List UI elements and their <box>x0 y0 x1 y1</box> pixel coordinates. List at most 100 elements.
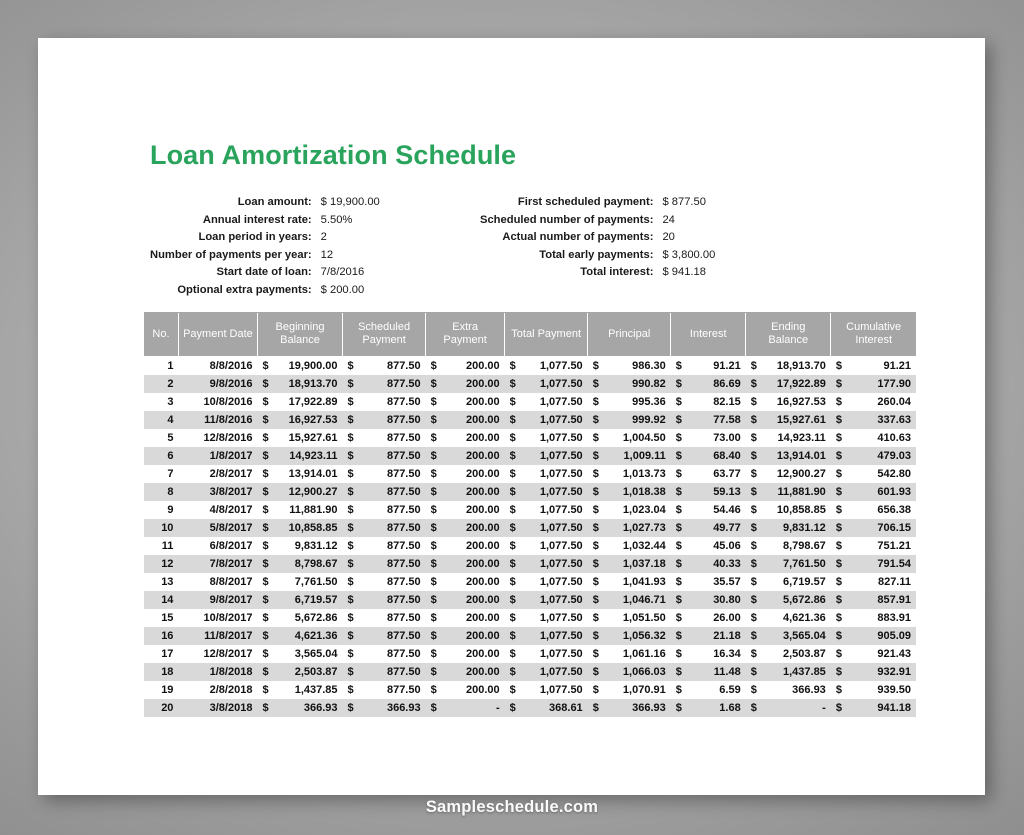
currency-symbol: $ <box>592 701 599 714</box>
currency-symbol: $ <box>675 683 682 696</box>
site-watermark: Sampleschedule.com <box>425 798 599 816</box>
cell-payment-date: 3/8/2018 <box>178 698 258 717</box>
currency-symbol: $ <box>750 467 757 480</box>
cell-amount: 200.00 <box>465 575 500 588</box>
cell-amount: 1,077.50 <box>539 521 583 534</box>
cell-principal: $1,027.73 <box>587 518 671 537</box>
cell-beginning: $8,798.67 <box>257 554 343 573</box>
cell-scheduled: $877.50 <box>342 590 426 609</box>
cell-amount: 45.06 <box>713 539 741 552</box>
cell-amount: 86.69 <box>713 377 741 390</box>
cell-principal: $986.30 <box>587 356 671 375</box>
cell-beginning: $4,621.36 <box>257 626 343 645</box>
cell-payment-number: 14 <box>144 590 179 609</box>
cell-interest: $45.06 <box>670 536 746 555</box>
cell-total: $1,077.50 <box>504 464 588 483</box>
cell-amount: 200.00 <box>465 503 500 516</box>
currency-symbol: $ <box>835 377 842 390</box>
currency-symbol: $ <box>750 611 757 624</box>
cell-amount: 1,077.50 <box>539 665 583 678</box>
cell-amount: 877.50 <box>386 449 421 462</box>
table-row: 12 7/8/2017 $8,798.67 $877.50 $200.00 $1,077.… <box>144 554 916 573</box>
summary-label: Actual number of payments: <box>502 231 654 243</box>
cell-amount: 49.77 <box>713 521 741 534</box>
cell-amount: 1,077.50 <box>539 377 583 390</box>
summary-label: Optional extra payments: <box>177 283 312 296</box>
currency-symbol: $ <box>592 611 599 624</box>
currency-symbol: $ <box>592 377 599 390</box>
currency-symbol: $ <box>750 413 757 426</box>
cell-amount: 1,077.50 <box>539 395 583 408</box>
currency-symbol: $ <box>262 413 269 426</box>
cell-principal: $1,023.04 <box>587 500 671 519</box>
cell-payment-date: 12/8/2016 <box>178 428 258 447</box>
cell-amount: 366.93 <box>792 683 826 696</box>
cell-amount: 410.63 <box>877 431 911 444</box>
currency-symbol: $ <box>430 611 437 624</box>
cell-amount: 921.43 <box>877 647 911 660</box>
cell-interest: $54.46 <box>670 500 746 519</box>
currency-symbol: $ <box>430 593 437 606</box>
currency-symbol: $ <box>347 557 354 570</box>
currency-symbol: $ <box>509 503 516 516</box>
currency-symbol: $ <box>750 395 757 408</box>
cell-principal: $1,009.11 <box>587 446 671 465</box>
table-row: 18 1/8/2018 $2,503.87 $877.50 $200.00 $1,077.… <box>144 662 916 681</box>
currency-symbol: $ <box>675 521 682 534</box>
column-header: Scheduled Payment <box>342 313 427 357</box>
cell-principal: $1,046.71 <box>587 590 671 609</box>
cell-beginning: $12,900.27 <box>257 482 343 501</box>
table-row: 16 11/8/2017 $4,621.36 $877.50 $200.00 $1,077… <box>144 626 916 645</box>
table-header: No. Payment Date Beginning Balance Schedule… <box>144 313 916 357</box>
cell-amount: 3,565.04 <box>782 629 826 642</box>
cell-amount: 11.48 <box>713 665 741 678</box>
summary-label: Total early payments: <box>539 248 654 261</box>
cell-scheduled: $877.50 <box>342 446 426 465</box>
cell-beginning: $3,565.04 <box>257 644 343 663</box>
currency-symbol: $ <box>835 431 842 444</box>
cell-total: $1,077.50 <box>504 410 588 429</box>
cell-ending: $7,761.50 <box>745 554 831 573</box>
currency-symbol: $ <box>262 521 269 534</box>
currency-symbol: $ <box>509 413 516 426</box>
cell-cumulative: $827.11 <box>830 572 916 591</box>
cell-beginning: $19,900.00 <box>257 356 343 375</box>
cell-amount: 827.11 <box>877 575 911 588</box>
cell-amount: 877.50 <box>386 413 421 426</box>
cell-principal: $999.92 <box>587 410 671 429</box>
currency-symbol: $ <box>347 647 354 660</box>
cell-amount: 10,858.85 <box>776 503 826 516</box>
cell-extra: $200.00 <box>425 572 505 591</box>
summary-value: 7/8/2016 <box>320 266 365 278</box>
cell-extra: $200.00 <box>425 374 505 393</box>
cell-extra: $200.00 <box>425 536 505 555</box>
cell-scheduled: $877.50 <box>342 500 426 519</box>
cell-payment-date: 10/8/2017 <box>178 608 258 627</box>
currency-symbol: $ <box>430 647 437 660</box>
cell-payment-number: 5 <box>144 428 179 447</box>
currency-symbol: $ <box>675 485 682 498</box>
cell-amount: 200.00 <box>465 593 500 606</box>
cell-amount: 16.34 <box>713 647 741 660</box>
cell-amount: 366.93 <box>386 701 421 714</box>
currency-symbol: $ <box>509 431 516 444</box>
currency-symbol: $ <box>675 593 682 606</box>
currency-symbol: $ <box>262 377 269 390</box>
column-header: Cumulative Interest <box>830 313 916 357</box>
cell-extra: $200.00 <box>425 356 505 375</box>
cell-payment-number: 18 <box>144 662 179 681</box>
cell-payment-number: 1 <box>144 356 179 375</box>
currency-symbol: $ <box>750 431 757 444</box>
currency-symbol: $ <box>509 539 516 552</box>
cell-beginning: $18,913.70 <box>257 374 343 393</box>
cell-scheduled: $877.50 <box>342 680 426 699</box>
cell-amount: 17,922.89 <box>288 395 338 408</box>
currency-symbol: $ <box>750 359 757 372</box>
currency-symbol: $ <box>835 701 842 714</box>
currency-symbol: $ <box>262 539 269 552</box>
currency-symbol: $ <box>347 413 354 426</box>
cell-amount: 6,719.57 <box>294 593 338 606</box>
currency-symbol: $ <box>509 701 516 714</box>
cell-interest: $40.33 <box>670 554 746 573</box>
currency-symbol: $ <box>592 629 599 642</box>
